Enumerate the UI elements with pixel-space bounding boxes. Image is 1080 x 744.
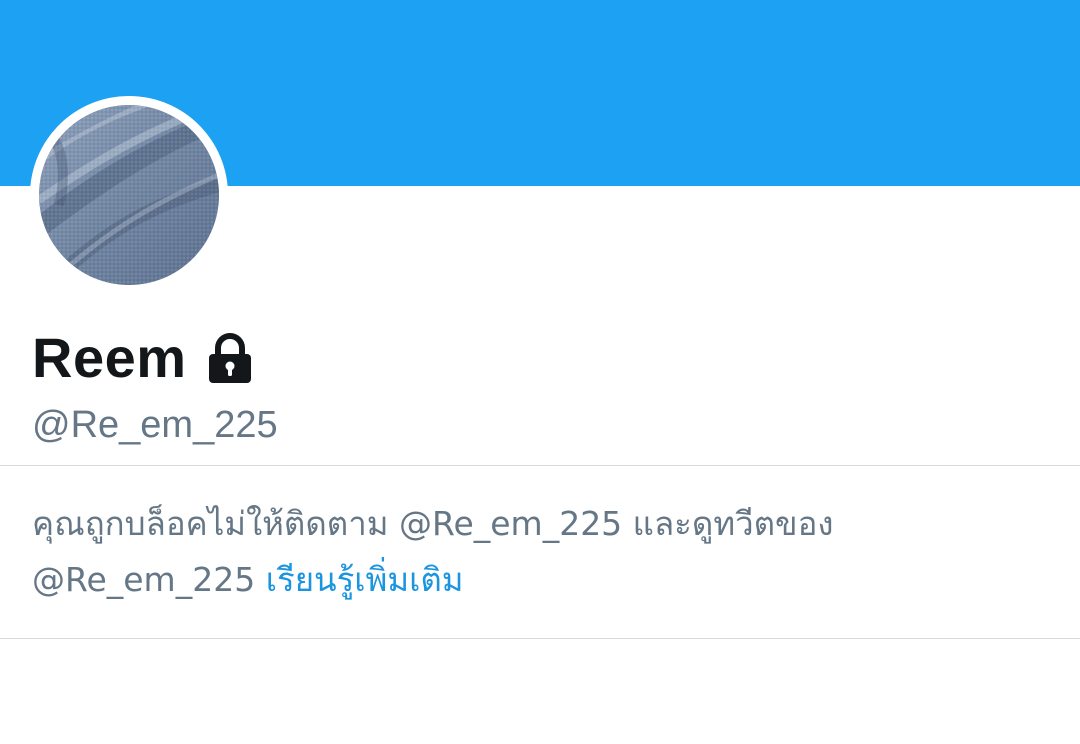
avatar[interactable] [30, 96, 228, 294]
blocked-notice-handle: @Re_em_225 [32, 560, 256, 599]
blocked-notice-line-2: @Re_em_225 เรียนรู้เพิ่มเติม [32, 552, 1042, 608]
name-row: Reem [32, 326, 253, 390]
learn-more-link[interactable]: เรียนรู้เพิ่มเติม [266, 560, 464, 599]
blocked-notice-text: คุณถูกบล็อคไม่ให้ติดตาม @Re_em_225 และดู… [32, 504, 834, 543]
profile-handle: @Re_em_225 [32, 404, 278, 446]
profile-page: Reem @Re_em_225 คุณถูกบล็อคไม่ให้ติดตาม … [0, 0, 1080, 744]
divider [0, 465, 1080, 466]
divider [0, 638, 1080, 639]
blocked-notice: คุณถูกบล็อคไม่ให้ติดตาม @Re_em_225 และดู… [32, 496, 1042, 608]
lock-icon [207, 333, 253, 383]
display-name: Reem [32, 326, 187, 389]
avatar-image [39, 105, 219, 285]
